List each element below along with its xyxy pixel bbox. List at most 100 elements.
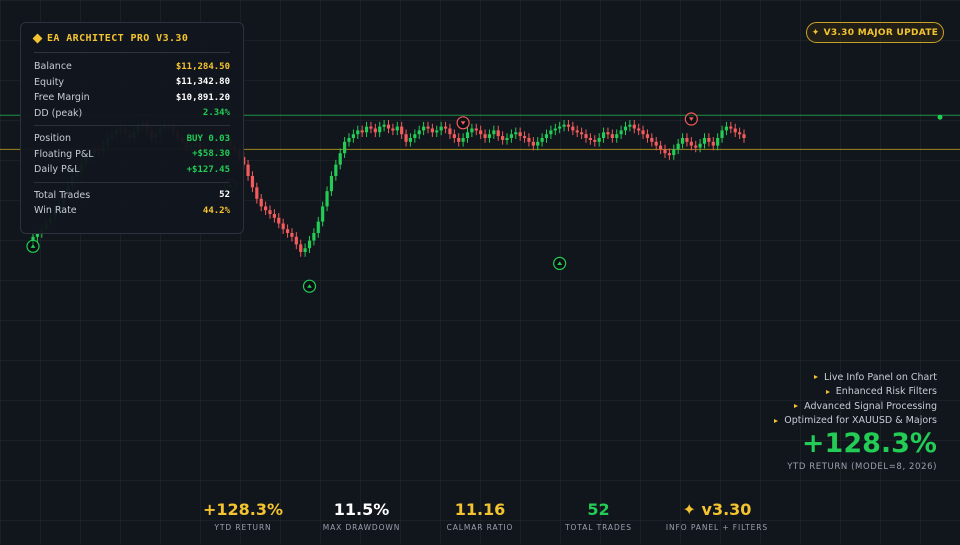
- triangle-bullet-icon: [813, 375, 818, 380]
- candle-bull: [329, 176, 334, 192]
- info-panel-rows: Balance $11,284.50 Equity $11,342.80 Free Ma…: [34, 59, 230, 219]
- candle-bull: [698, 143, 702, 148]
- candle-bull: [338, 153, 342, 165]
- stat-label: YTD RETURN: [214, 523, 272, 532]
- candle-bull: [417, 130, 421, 135]
- info-value: +$127.45: [186, 164, 230, 175]
- candle-bear: [689, 141, 693, 146]
- candle-bull: [439, 126, 443, 131]
- info-value: $10,891.20: [175, 92, 230, 103]
- candle-bear: [299, 244, 303, 252]
- feature-item: Advanced Signal Processing: [774, 399, 937, 414]
- candle-bear: [606, 132, 610, 135]
- candle-bull: [395, 126, 399, 131]
- info-row: Equity $11,342.80: [34, 75, 230, 91]
- candle-bull: [623, 126, 628, 131]
- candle-bull: [628, 124, 632, 127]
- info-panel-title: EA ARCHITECT PRO V3.30: [47, 33, 189, 44]
- candle-bear: [290, 233, 294, 237]
- info-value: 52: [219, 190, 230, 201]
- candle-bear: [448, 128, 452, 135]
- feature-label: Enhanced Risk Filters: [835, 386, 937, 398]
- panel-divider: [34, 181, 230, 183]
- info-row: Position BUY 0.03: [34, 131, 230, 147]
- candle-bull: [347, 138, 351, 142]
- candle-bull: [536, 141, 540, 146]
- candle-bull: [378, 126, 382, 133]
- candle-bear: [637, 128, 641, 131]
- candle-bear: [391, 128, 395, 131]
- info-row: Free Margin $10,891.20: [34, 90, 230, 106]
- candle-bear: [527, 138, 531, 142]
- stat-item: ✦ v3.30 INFO PANEL + FILTERS: [664, 500, 770, 532]
- candle-bull: [672, 149, 676, 156]
- candle-bull: [601, 132, 606, 138]
- candle-bear: [430, 128, 434, 133]
- candle-bull: [492, 130, 496, 135]
- candle-bull: [321, 206, 325, 222]
- candle-bear: [663, 149, 667, 154]
- candle-bear: [531, 141, 535, 146]
- candle-bull: [465, 132, 470, 138]
- candle-bear: [277, 217, 281, 224]
- info-label: Total Trades: [34, 189, 91, 201]
- candle-bear: [580, 132, 584, 135]
- candle-bear: [584, 134, 588, 138]
- candle-bull: [408, 138, 413, 142]
- info-row: Balance $11,284.50: [34, 59, 230, 75]
- candle-bull: [619, 130, 623, 135]
- candle-bear: [386, 124, 391, 129]
- candle-bull: [680, 138, 685, 144]
- update-badge[interactable]: ✦ V3.30 MAJOR UPDATE: [806, 22, 944, 43]
- info-value: +$58.30: [192, 149, 230, 160]
- candle-bull: [413, 134, 417, 138]
- candle-bull: [597, 138, 601, 142]
- candle-bull: [356, 130, 360, 135]
- stat-value: 52: [587, 500, 610, 519]
- candle-bull: [343, 141, 347, 154]
- stat-item: 11.5% MAX DRAWDOWN: [309, 500, 415, 532]
- candle-bear: [443, 126, 448, 129]
- update-badge-label: V3.30 MAJOR UPDATE: [823, 27, 939, 38]
- candle-bear: [522, 136, 527, 139]
- candle-bull: [316, 221, 320, 233]
- feature-item: Enhanced Risk Filters: [774, 385, 937, 400]
- candle-bull: [351, 134, 355, 138]
- candle-bear: [641, 130, 645, 135]
- stat-label: TOTAL TRADES: [565, 523, 632, 532]
- feature-label: Live Info Panel on Chart: [823, 371, 937, 383]
- stats-bar: +128.3% YTD RETURN 11.5% MAX DRAWDOWN 11.16 C…: [190, 500, 770, 532]
- candle-bear: [566, 124, 571, 127]
- candle-bull: [615, 134, 619, 138]
- candle-bear: [479, 130, 483, 135]
- info-value: $11,342.80: [175, 77, 230, 88]
- candle-bull: [382, 124, 386, 127]
- candle-bear: [400, 126, 404, 135]
- candle-bear: [483, 134, 487, 138]
- candle-bull: [702, 138, 707, 144]
- candle-bull: [562, 124, 566, 127]
- candle-bear: [281, 223, 285, 230]
- info-row: DD (peak) 2.34%: [34, 106, 230, 122]
- feature-item: Live Info Panel on Chart: [774, 370, 937, 385]
- panel-divider: [34, 125, 230, 126]
- candle-bear: [685, 138, 689, 142]
- candle-bear: [518, 132, 522, 137]
- candle-bull: [720, 130, 724, 138]
- info-row: Win Rate 44.2%: [34, 203, 230, 219]
- candle-bear: [610, 134, 614, 138]
- diamond-icon: [32, 33, 43, 44]
- feature-item: Optimized for XAUUSD & Majors: [774, 414, 937, 429]
- candle-bear: [452, 134, 456, 138]
- candle-bull: [676, 143, 680, 150]
- triangle-bullet-icon: [825, 389, 830, 394]
- candle-bull: [514, 132, 518, 135]
- candle-bear: [285, 229, 290, 233]
- info-value: BUY 0.03: [186, 133, 230, 144]
- candle-bull: [509, 134, 513, 138]
- stat-item: 52 TOTAL TRADES: [546, 500, 652, 532]
- feature-label: Advanced Signal Processing: [804, 400, 937, 412]
- candle-bear: [659, 145, 663, 150]
- triangle-bullet-icon: [794, 404, 799, 409]
- candle-bull: [558, 126, 562, 129]
